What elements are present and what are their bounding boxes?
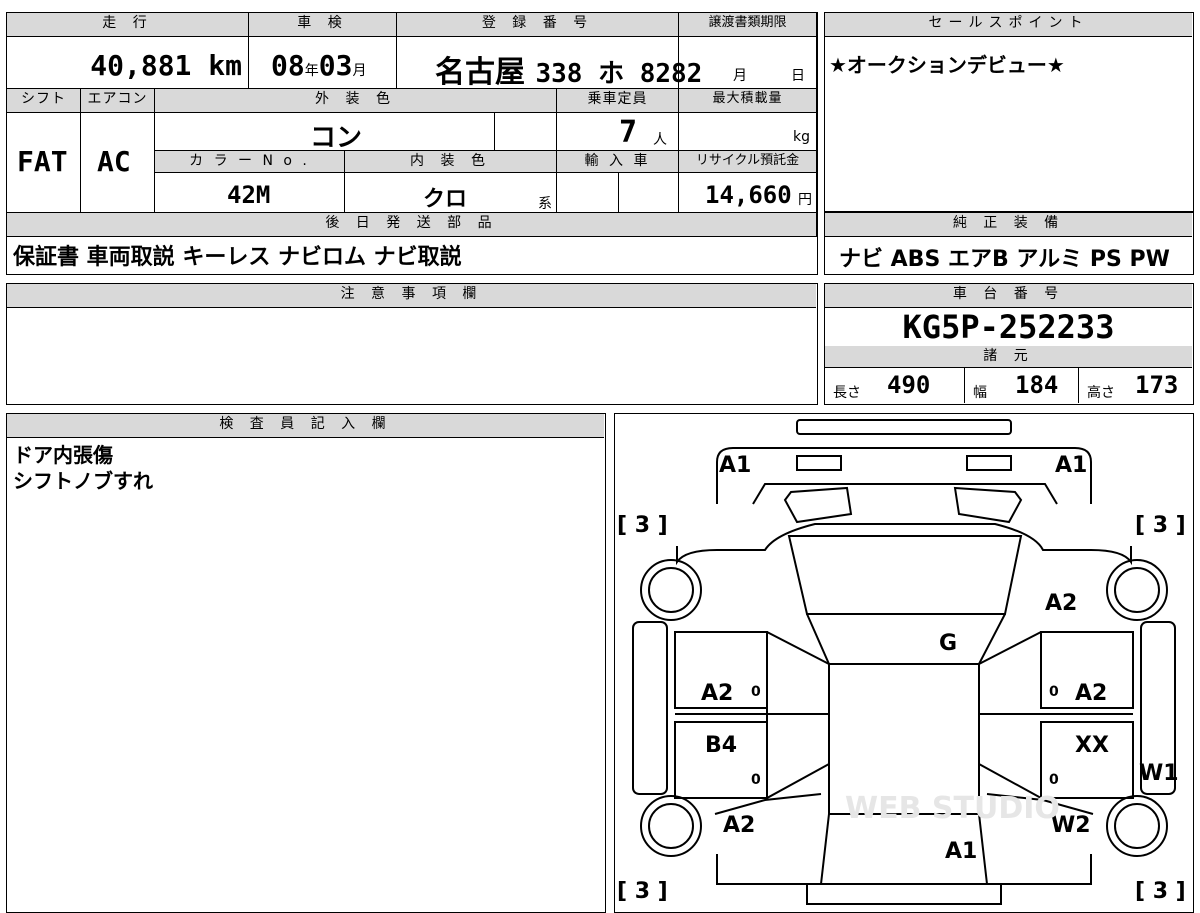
later-parts-header: 後 日 発 送 部 品 [7, 213, 817, 237]
chassis-box: 車 台 番 号 KG5P-252233 諸 元 長さ 490 幅 184 高さ … [824, 283, 1194, 405]
label-a1-front-left: A1 [719, 453, 751, 478]
label-door-fr: A2 [1075, 681, 1107, 706]
shift-value: FAT [17, 145, 68, 178]
equipment-header: 純 正 装 備 [825, 213, 1192, 237]
mileage-cell: 40,881 km [7, 37, 249, 89]
later-parts-value: 保証書 車両取説 キーレス ナビロム ナビ取説 [13, 245, 462, 270]
equipment-value: ナビ ABS エアB アルミ PS PW [839, 247, 1170, 272]
chassis-value: KG5P-252233 [825, 308, 1192, 347]
color-no-value: 42M [227, 181, 271, 209]
label-side-r: W1 [1139, 761, 1179, 786]
import-cell-a [557, 173, 619, 213]
capacity-unit: 人 [653, 132, 667, 148]
notes-box: 注 意 事 項 欄 [6, 283, 818, 405]
height-value: 173 [1135, 371, 1179, 399]
registration-value: 名古屋 338 ホ 8282 [435, 55, 703, 90]
car-diagram-box: A1 A1 [ 3 ] [ 3 ] A2 G A2 A2 B4 XX W1 A2… [614, 413, 1194, 913]
interior-unit: 系 [538, 196, 552, 212]
spec-length: 長さ 490 [825, 368, 965, 403]
label-tire-fl: [ 3 ] [617, 513, 668, 538]
zero-mark-1: 0 [751, 684, 761, 700]
specs-header: 諸 元 [825, 346, 1192, 368]
shaken-value: 08年03月 [271, 49, 367, 82]
width-label: 幅 [973, 385, 987, 401]
zero-mark-3: 0 [751, 772, 761, 788]
registration-cell: 名古屋 338 ホ 8282 [397, 37, 702, 90]
height-label: 高さ [1087, 385, 1115, 401]
load-header: 最大積載量 [679, 89, 817, 113]
recycle-cell: 14,660 円 [679, 173, 817, 213]
sales-point-header: セールスポイント [825, 13, 1192, 37]
label-door-rr: XX [1075, 733, 1109, 758]
label-glass: G [939, 631, 957, 656]
inspector-line-1: ドア内張傷 [13, 443, 113, 467]
ac-value: AC [97, 145, 131, 178]
capacity-cell: 7 人 [557, 113, 679, 151]
label-tire-rl: [ 3 ] [617, 879, 668, 904]
mileage-header: 走 行 [7, 13, 249, 37]
spec-width: 幅 184 [965, 368, 1079, 403]
capacity-header: 乗車定員 [557, 89, 679, 113]
label-door-fl: A2 [701, 681, 733, 706]
label-door-rl: B4 [705, 733, 737, 758]
inspector-line-2: シフトノブすれ [13, 469, 153, 493]
ac-header: エアコン [81, 89, 155, 113]
inspector-notes: ドア内張傷 シフトノブすれ [13, 442, 153, 494]
color-no-cell: 42M [155, 173, 345, 213]
exterior-extra-cell [495, 113, 557, 151]
interior-value: クロ [423, 187, 468, 212]
zero-mark-2: 0 [1049, 684, 1059, 700]
import-cell-b [619, 173, 679, 213]
recycle-header: リサイクル預託金 [679, 151, 817, 173]
shaken-cell: 08年03月 [249, 37, 397, 89]
interior-header: 内 装 色 [345, 151, 557, 173]
length-label: 長さ [833, 385, 861, 401]
transfer-cell: 月 日 [679, 37, 817, 89]
label-rear: A1 [945, 839, 977, 864]
label-tire-fr: [ 3 ] [1135, 513, 1186, 538]
transfer-header: 譲渡書類期限 [679, 13, 817, 37]
import-header: 輸 入 車 [557, 151, 679, 173]
inspector-box: 検 査 員 記 入 欄 ドア内張傷 シフトノブすれ [6, 413, 606, 913]
vehicle-info-grid: 走 行 車 検 登 録 番 号 譲渡書類期限 40,881 km 08年03月 … [6, 12, 818, 275]
transfer-month: 月 [733, 68, 747, 84]
registration-header: 登 録 番 号 [397, 13, 679, 37]
shaken-header: 車 検 [249, 13, 397, 37]
exterior-value: コン [310, 123, 363, 153]
recycle-unit: 円 [798, 192, 812, 208]
exterior-header: 外 装 色 [155, 89, 557, 113]
width-value: 184 [1015, 371, 1059, 399]
mileage-value: 40,881 km [90, 49, 242, 82]
watermark: WEB STUDIO [845, 791, 1060, 826]
capacity-value: 7 [619, 115, 638, 150]
color-no-header: カ ラ ー N o . [155, 151, 345, 173]
sales-point-value: ★オークションデビュー★ [829, 53, 1065, 77]
inspector-header: 検 査 員 記 入 欄 [7, 414, 604, 438]
exterior-cell: コン [155, 113, 495, 153]
equipment-box: 純 正 装 備 ナビ ABS エアB アルミ PS PW [824, 212, 1194, 275]
chassis-header: 車 台 番 号 [825, 284, 1192, 308]
notes-header: 注 意 事 項 欄 [7, 284, 816, 308]
zero-mark-4: 0 [1049, 772, 1059, 788]
label-fender-fr: A2 [1045, 591, 1077, 616]
ac-cell: AC [81, 113, 155, 213]
label-quarter-rl: A2 [723, 813, 755, 838]
diagram-labels: A1 A1 [ 3 ] [ 3 ] A2 G A2 A2 B4 XX W1 A2… [617, 453, 1186, 904]
recycle-value: 14,660 [705, 181, 792, 209]
length-value: 490 [887, 371, 931, 399]
load-unit: kg [793, 129, 810, 145]
spec-height: 高さ 173 [1079, 368, 1192, 403]
sales-point-box: セールスポイント ★オークションデビュー★ [824, 12, 1194, 212]
transfer-day: 日 [791, 68, 805, 84]
interior-cell: クロ 系 [345, 173, 557, 213]
shift-cell: FAT [7, 113, 81, 213]
shift-header: シフト [7, 89, 81, 113]
label-a1-front-right: A1 [1055, 453, 1087, 478]
load-cell: kg [679, 113, 817, 151]
label-tire-rr: [ 3 ] [1135, 879, 1186, 904]
